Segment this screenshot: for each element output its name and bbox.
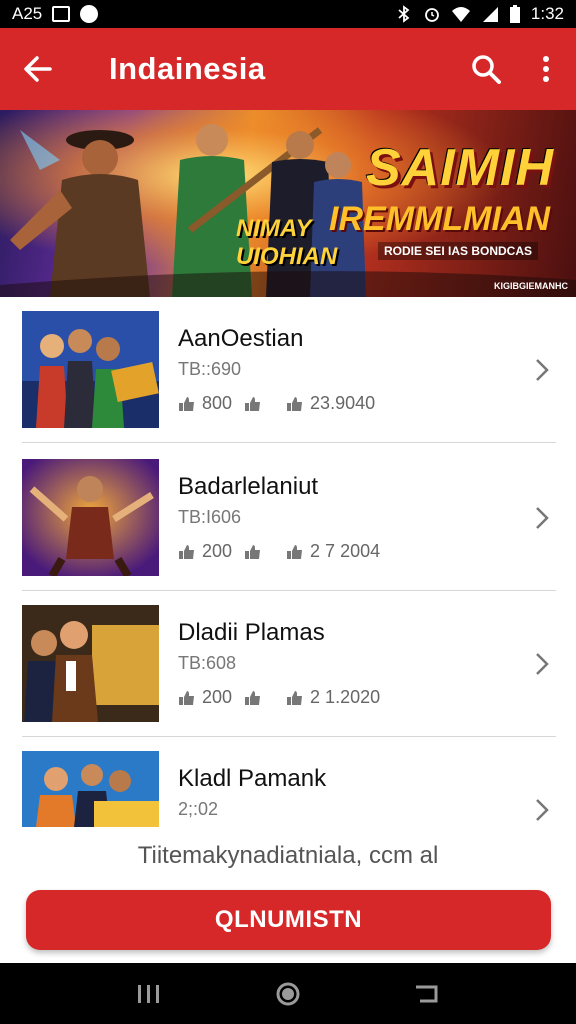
status-bar: A25 1:32: [0, 0, 576, 28]
banner-credit: KIGIBGIEMANHC: [494, 281, 568, 291]
thumbs-up-icon: [287, 690, 303, 705]
recent-apps-icon[interactable]: [136, 983, 162, 1005]
primary-action-button[interactable]: QLNUMISTN: [26, 890, 551, 950]
back-icon[interactable]: [414, 983, 440, 1005]
arrow-left-icon: [24, 56, 52, 82]
banner-logo-line2: UIOHIAN: [236, 243, 338, 270]
home-icon[interactable]: [275, 981, 301, 1007]
item-date: 23.9040: [310, 393, 376, 413]
likes-count: 200: [202, 687, 233, 707]
photo-icon: [52, 6, 71, 22]
thumbs-up-icon: [287, 396, 303, 411]
back-button[interactable]: [0, 28, 76, 110]
thumbs-up-icon: [287, 544, 303, 559]
banner-logo-line1: NIMAY: [236, 215, 312, 242]
thumbs-up-icon: [245, 396, 261, 411]
app-bar: Indainesia: [0, 28, 576, 110]
list-item[interactable]: Dladii Plamas TB:608 200 2 1.2020: [22, 591, 556, 737]
thumbnail: [22, 311, 159, 428]
item-meta: TB::690: [178, 359, 242, 379]
banner-title: SAIMIH: [366, 139, 554, 197]
item-meta: 2;:02: [178, 799, 219, 819]
list-item[interactable]: AanOestian TB::690 800 23.9040: [22, 297, 556, 443]
overflow-menu-button[interactable]: [516, 28, 576, 110]
banner-subtitle: IREMMLMIAN: [329, 200, 550, 238]
thumbnail: [22, 459, 159, 576]
alarm-icon: [425, 8, 439, 22]
item-meta: TB:I606: [178, 507, 242, 527]
chevron-right-icon: [536, 507, 549, 529]
signal-icon: [482, 7, 498, 22]
banner-tagline: RODIE SEI IAS BONDCAS: [377, 242, 538, 260]
chevron-right-icon: [536, 653, 549, 675]
thumbnail: [22, 605, 159, 722]
chevron-right-icon: [536, 799, 549, 821]
chevron-right-icon: [536, 359, 549, 381]
bluetooth-icon: [398, 5, 410, 23]
page-title: Indainesia: [109, 51, 266, 86]
search-icon: [472, 55, 501, 84]
thumbs-up-icon: [179, 396, 194, 411]
item-date: 2 1.2020: [310, 687, 381, 707]
likes-count: 800: [202, 393, 233, 413]
media-icon: [80, 5, 99, 23]
battery-icon: [509, 5, 520, 23]
thumbs-up-icon: [179, 544, 194, 559]
thumbs-up-icon: [245, 544, 261, 559]
item-date: 2 7 2004: [310, 541, 381, 561]
status-time: 1:32: [530, 4, 564, 23]
thumbs-up-icon: [245, 690, 261, 705]
more-vert-icon: [543, 56, 549, 82]
footer-note: Tiitemakynadiatniala, ccm al: [0, 838, 576, 886]
item-title: AanOestian: [178, 325, 304, 352]
status-label: A25: [12, 4, 43, 23]
featured-banner[interactable]: NIMAY UIOHIAN SAIMIH IREMMLMIAN RODIE SE…: [0, 110, 576, 297]
item-title: Badarlelaniut: [178, 473, 319, 500]
item-meta: TB:608: [178, 653, 237, 673]
likes-count: 200: [202, 541, 233, 561]
search-button[interactable]: [456, 28, 516, 110]
item-title: Dladii Plamas: [178, 619, 325, 646]
wifi-icon: [451, 7, 470, 22]
thumbnail: [22, 751, 159, 827]
system-nav-bar: [0, 963, 576, 1024]
thumbs-up-icon: [179, 690, 194, 705]
list-item[interactable]: Badarlelaniut TB:I606 200 2 7 2004: [22, 445, 556, 591]
item-title: Kladl Pamank: [178, 765, 327, 792]
